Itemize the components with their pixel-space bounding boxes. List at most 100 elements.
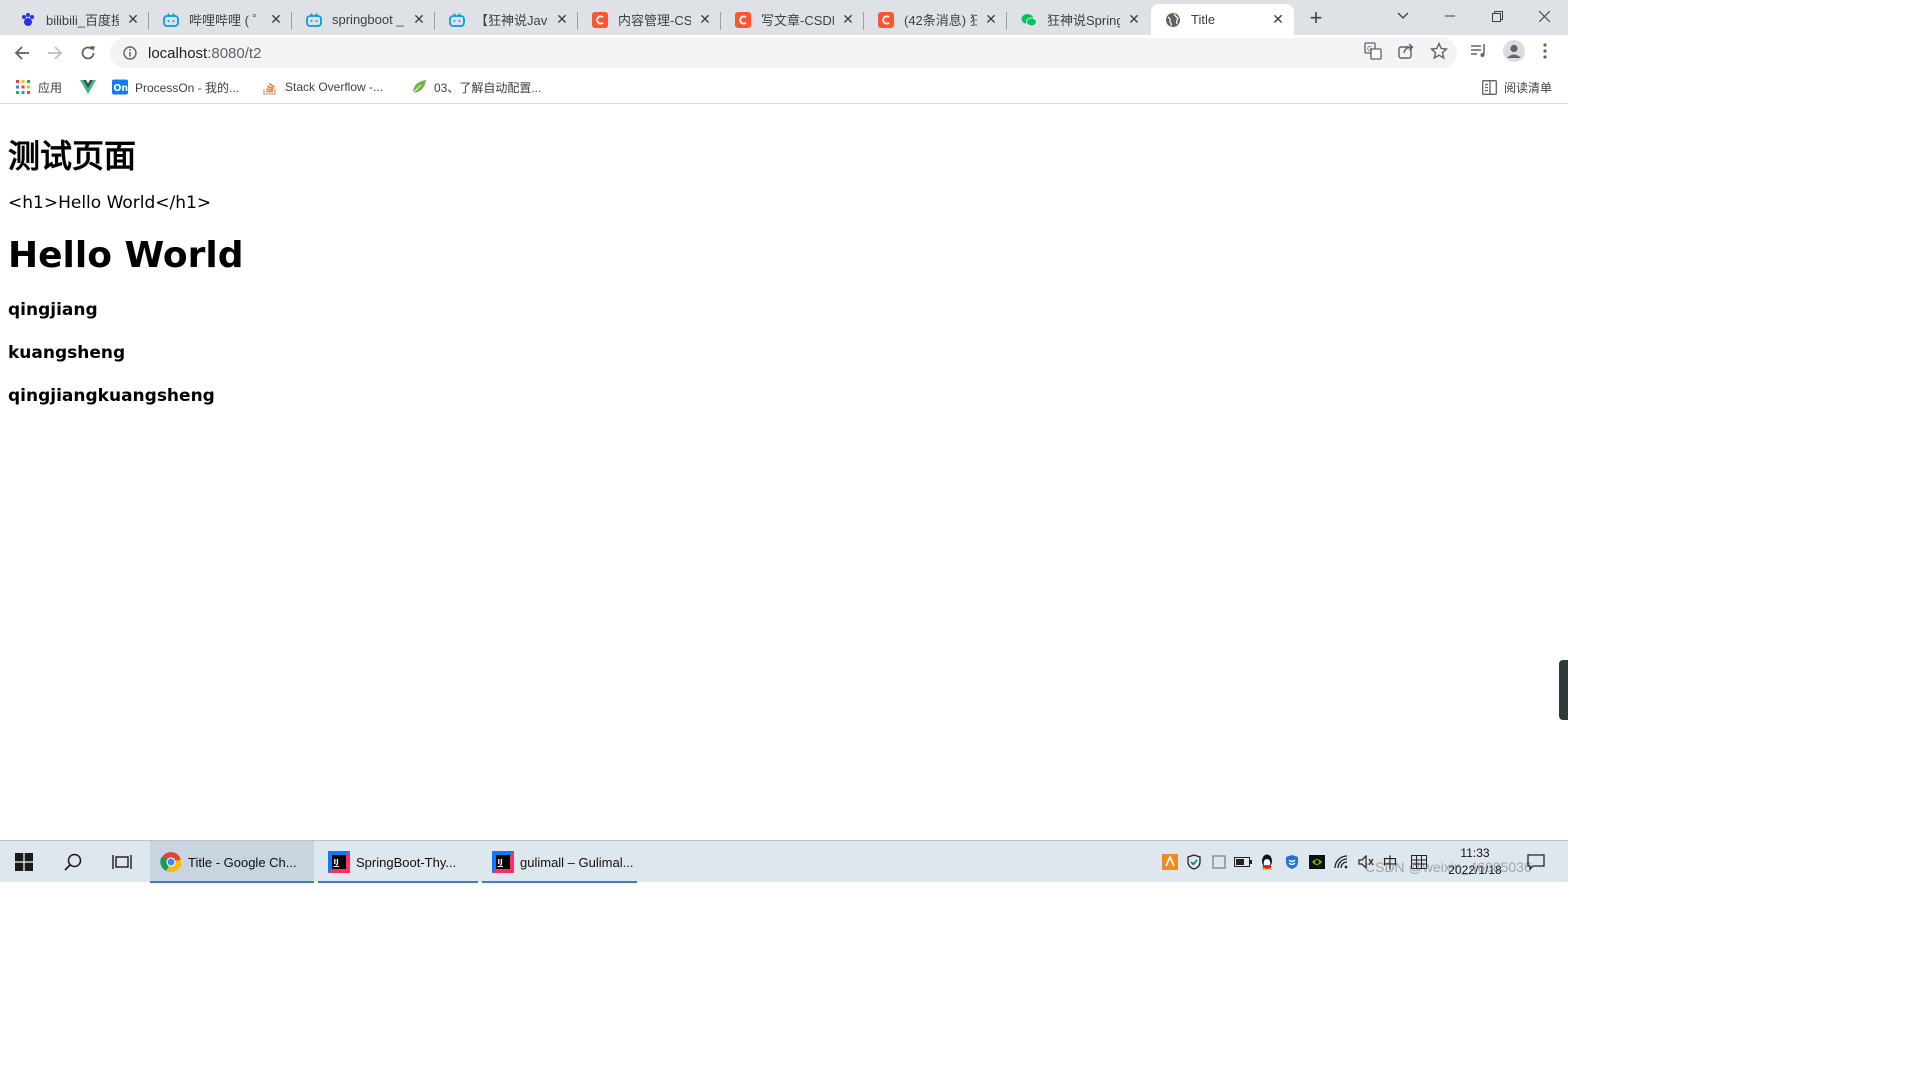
intellij-icon: IJ (492, 851, 514, 873)
browser-tab[interactable]: 【狂神说Java】 ✕ (435, 4, 578, 35)
escaped-html-text: <h1>Hello World</h1> (8, 193, 212, 213)
back-arrow-icon[interactable] (8, 39, 36, 67)
close-tab-icon[interactable]: ✕ (125, 11, 141, 28)
taskbar-app-label: Title - Google Ch... (188, 854, 297, 870)
windows-taskbar: Title - Google Ch... IJ SpringBoot-Thy..… (0, 840, 1568, 883)
bookmark-star-icon[interactable] (1430, 42, 1448, 60)
bilibili-icon (306, 12, 322, 28)
forward-arrow-icon[interactable] (41, 39, 69, 67)
page-viewport: 测试页面 <h1>Hello World</h1> Hello World qi… (0, 105, 1568, 840)
close-tab-icon[interactable]: ✕ (697, 11, 713, 28)
close-window-icon[interactable] (1521, 0, 1567, 32)
tab-title: springboot _ (332, 12, 404, 27)
tab-title: Title (1191, 12, 1216, 27)
notification-center-icon[interactable] (1526, 853, 1546, 871)
close-tab-icon[interactable]: ✕ (840, 11, 856, 28)
reading-list-icon (1481, 79, 1497, 95)
browser-tab[interactable]: 哔哩哔哩 ( ゜- ✕ (149, 4, 292, 35)
running-indicator (482, 881, 637, 883)
browser-tab[interactable]: 写文章-CSDN ✕ (721, 4, 864, 35)
bookmark-apps[interactable]: 应用 (15, 78, 62, 96)
url-text[interactable]: localhost:8080/t2 (148, 45, 261, 62)
bookmark-stackoverflow[interactable]: Stack Overflow -... (262, 78, 383, 96)
svg-text:IJ: IJ (334, 858, 339, 866)
window-tray-icon[interactable] (1210, 853, 1228, 871)
browser-tab-active[interactable]: Title ✕ (1151, 4, 1294, 35)
chrome-icon (160, 851, 182, 873)
profile-avatar[interactable] (1503, 40, 1525, 62)
close-tab-icon[interactable]: ✕ (268, 11, 284, 28)
tab-title: bilibili_百度搜 (46, 13, 119, 28)
page-heading: 测试页面 (8, 137, 137, 175)
name-item: qingjiang (8, 300, 98, 320)
running-indicator (318, 881, 478, 883)
bilibili-icon (163, 12, 179, 28)
reload-icon[interactable] (74, 39, 102, 67)
vue-icon (80, 79, 96, 95)
tab-title: 内容管理-CSD (618, 13, 691, 28)
apps-grid-icon (15, 79, 31, 95)
bookmark-label: 03、了解自动配置... (434, 80, 542, 95)
close-tab-icon[interactable]: ✕ (1270, 11, 1286, 28)
new-tab-button[interactable]: + (1303, 6, 1329, 32)
address-bar[interactable]: localhost:8080/t2 (110, 38, 1457, 68)
battery-icon[interactable] (1234, 853, 1252, 871)
taskbar-app-chrome[interactable]: Title - Google Ch... (150, 841, 314, 883)
side-panel-handle[interactable] (1559, 660, 1568, 720)
bookmarks-bar: 应用 On ProcessOn - 我的... Stack Overflow -… (0, 71, 1568, 104)
browser-tab[interactable]: springboot _ ✕ (292, 4, 435, 35)
bookmark-label: ProcessOn - 我的... (135, 80, 240, 95)
close-tab-icon[interactable]: ✕ (983, 11, 999, 28)
browser-tab[interactable]: (42条消息) 狂 ✕ (864, 4, 1007, 35)
globe-icon (1165, 12, 1181, 28)
csdn-icon (592, 11, 608, 28)
taskbar-app-intellij[interactable]: IJ gulimall – Gulimal... (482, 841, 637, 883)
nvidia-icon[interactable] (1308, 853, 1326, 871)
kebab-menu-icon[interactable] (1536, 42, 1554, 60)
tab-title: 哔哩哔哩 ( ゜- (189, 13, 262, 28)
search-icon[interactable] (49, 841, 97, 883)
tab-search-icon[interactable] (1380, 0, 1426, 32)
tray-app-icon[interactable] (1161, 853, 1179, 871)
qq-penguin-icon[interactable] (1258, 853, 1276, 871)
wifi-icon[interactable] (1333, 853, 1351, 871)
reading-list-button[interactable]: 阅读清单 (1481, 78, 1552, 96)
tab-title: 写文章-CSDN (761, 13, 834, 28)
reading-list-label: 阅读清单 (1504, 80, 1553, 95)
translate-icon[interactable]: G (1364, 42, 1382, 60)
site-info-icon[interactable] (122, 45, 138, 61)
paw-icon (20, 12, 36, 28)
windows-start-icon[interactable] (0, 841, 48, 883)
media-control-icon[interactable] (1470, 42, 1488, 60)
defender-shield-icon[interactable] (1283, 853, 1301, 871)
browser-tab[interactable]: bilibili_百度搜 ✕ (6, 4, 149, 35)
taskbar-app-label: gulimall – Gulimal... (520, 854, 634, 870)
security-shield-icon[interactable] (1185, 853, 1203, 871)
close-tab-icon[interactable]: ✕ (1126, 11, 1142, 28)
active-indicator (150, 881, 314, 883)
name-item: kuangsheng (8, 343, 126, 363)
name-item: qingjiangkuangsheng (8, 386, 215, 406)
bookmark-vue[interactable] (80, 78, 103, 96)
tab-title: 【狂神说Java】 (475, 13, 548, 28)
svg-text:G: G (1367, 45, 1372, 53)
bookmark-processon[interactable]: On ProcessOn - 我的... (112, 78, 239, 96)
intellij-icon: IJ (328, 851, 350, 873)
svg-text:On: On (113, 83, 128, 94)
rendered-html-heading: Hello World (8, 235, 244, 276)
browser-tab[interactable]: 内容管理-CSD ✕ (578, 4, 721, 35)
minimize-icon[interactable] (1427, 0, 1473, 32)
restore-icon[interactable] (1474, 0, 1520, 32)
share-icon[interactable] (1397, 42, 1415, 60)
tab-title: 狂神说Spring (1047, 13, 1120, 28)
task-view-icon[interactable] (98, 841, 146, 883)
tab-title: (42条消息) 狂 (904, 13, 977, 28)
stackoverflow-icon (262, 79, 278, 95)
bookmark-autoconfig[interactable]: 03、了解自动配置... (411, 78, 541, 96)
url-path: :8080/t2 (207, 44, 262, 62)
close-tab-icon[interactable]: ✕ (554, 11, 570, 28)
close-tab-icon[interactable]: ✕ (411, 11, 427, 28)
taskbar-app-intellij[interactable]: IJ SpringBoot-Thy... (318, 841, 478, 883)
leaf-icon (411, 79, 427, 95)
browser-tab[interactable]: 狂神说Spring ✕ (1007, 4, 1150, 35)
